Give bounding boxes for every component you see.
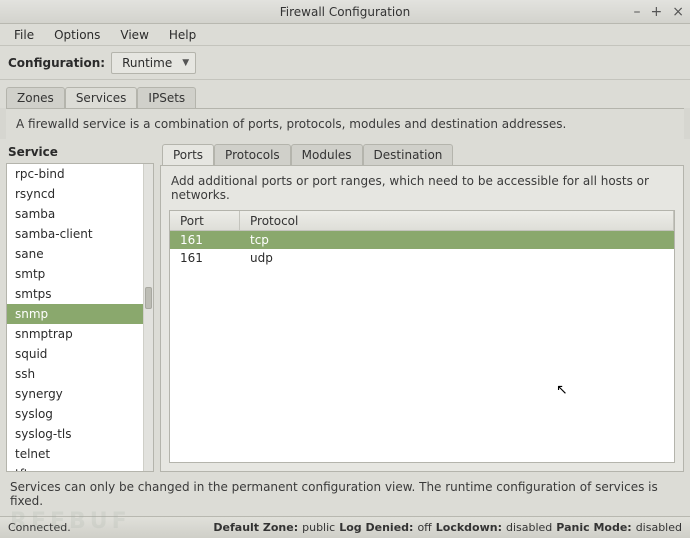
lockdown-label: Lockdown:	[436, 521, 502, 534]
window-controls: – + ×	[634, 0, 684, 24]
detail-pane: Ports Protocols Modules Destination Add …	[160, 143, 684, 472]
ports-table: Port Protocol 161tcp161udp	[169, 210, 675, 463]
window-title: Firewall Configuration	[280, 5, 410, 19]
service-item-smtps[interactable]: smtps	[7, 284, 143, 304]
service-item-synergy[interactable]: synergy	[7, 384, 143, 404]
main-tabs: Zones Services IPSets	[6, 86, 684, 108]
window: Firewall Configuration – + × File Option…	[0, 0, 690, 538]
configuration-label: Configuration:	[8, 56, 105, 70]
detail-tabs: Ports Protocols Modules Destination	[160, 143, 684, 165]
ports-panel: Add additional ports or port ranges, whi…	[160, 165, 684, 472]
menu-view[interactable]: View	[112, 26, 156, 44]
minimize-icon[interactable]: –	[634, 5, 641, 19]
service-item-ssh[interactable]: ssh	[7, 364, 143, 384]
ports-description: Add additional ports or port ranges, whi…	[161, 166, 683, 210]
configuration-combo[interactable]: Runtime ▼	[111, 52, 196, 74]
service-item-syslog-tls[interactable]: syslog-tls	[7, 424, 143, 444]
panic-value: disabled	[636, 521, 682, 534]
status-right: Default Zone: public Log Denied: off Loc…	[213, 521, 682, 534]
service-item-snmptrap[interactable]: snmptrap	[7, 324, 143, 344]
configuration-row: Configuration: Runtime ▼	[0, 46, 690, 80]
service-item-squid[interactable]: squid	[7, 344, 143, 364]
service-pane: Service rpc-bindrsyncdsambasamba-clients…	[6, 143, 154, 472]
main-split: Service rpc-bindrsyncdsambasamba-clients…	[0, 139, 690, 472]
col-protocol[interactable]: Protocol	[240, 211, 674, 230]
chevron-down-icon: ▼	[182, 58, 189, 68]
menu-options[interactable]: Options	[46, 26, 108, 44]
menu-help[interactable]: Help	[161, 26, 204, 44]
ports-row[interactable]: 161tcp	[170, 231, 674, 249]
menu-file[interactable]: File	[6, 26, 42, 44]
log-denied-label: Log Denied:	[339, 521, 413, 534]
status-bar: Connected. Default Zone: public Log Deni…	[0, 516, 690, 538]
tab-services[interactable]: Services	[65, 87, 138, 108]
tab-modules[interactable]: Modules	[291, 144, 363, 165]
port-cell: 161	[170, 251, 240, 265]
title-bar: Firewall Configuration – + ×	[0, 0, 690, 24]
protocol-cell: udp	[240, 251, 674, 265]
panic-label: Panic Mode:	[556, 521, 631, 534]
tab-destination[interactable]: Destination	[363, 144, 454, 165]
ports-table-header: Port Protocol	[170, 211, 674, 231]
service-item-rpc-bind[interactable]: rpc-bind	[7, 164, 143, 184]
service-item-tftp[interactable]: tftp	[7, 464, 143, 471]
tab-ports[interactable]: Ports	[162, 144, 214, 165]
service-item-samba-client[interactable]: samba-client	[7, 224, 143, 244]
ports-row[interactable]: 161udp	[170, 249, 674, 267]
tab-protocols[interactable]: Protocols	[214, 144, 291, 165]
services-description: A firewalld service is a combination of …	[6, 108, 684, 139]
lockdown-value: disabled	[506, 521, 552, 534]
maximize-icon[interactable]: +	[651, 5, 663, 19]
default-zone-value: public	[302, 521, 335, 534]
service-item-sane[interactable]: sane	[7, 244, 143, 264]
connection-status: Connected.	[8, 521, 71, 534]
port-cell: 161	[170, 233, 240, 247]
default-zone-label: Default Zone:	[213, 521, 298, 534]
close-icon[interactable]: ×	[672, 5, 684, 19]
col-port[interactable]: Port	[170, 211, 240, 230]
configuration-value: Runtime	[122, 56, 172, 70]
tab-zones[interactable]: Zones	[6, 87, 65, 108]
service-heading: Service	[6, 143, 154, 163]
service-item-rsyncd[interactable]: rsyncd	[7, 184, 143, 204]
service-item-telnet[interactable]: telnet	[7, 444, 143, 464]
service-scrollbar[interactable]	[143, 164, 153, 471]
scrollbar-thumb[interactable]	[145, 287, 152, 309]
ports-table-body: 161tcp161udp	[170, 231, 674, 462]
service-list[interactable]: rpc-bindrsyncdsambasamba-clientsanesmtps…	[6, 163, 154, 472]
tab-ipsets[interactable]: IPSets	[137, 87, 196, 108]
main-tabs-wrap: Zones Services IPSets	[0, 80, 690, 108]
menu-bar: File Options View Help	[0, 24, 690, 46]
runtime-note: Services can only be changed in the perm…	[0, 472, 690, 516]
service-item-smtp[interactable]: smtp	[7, 264, 143, 284]
protocol-cell: tcp	[240, 233, 674, 247]
log-denied-value: off	[417, 521, 431, 534]
service-item-samba[interactable]: samba	[7, 204, 143, 224]
service-item-syslog[interactable]: syslog	[7, 404, 143, 424]
service-item-snmp[interactable]: snmp	[7, 304, 143, 324]
